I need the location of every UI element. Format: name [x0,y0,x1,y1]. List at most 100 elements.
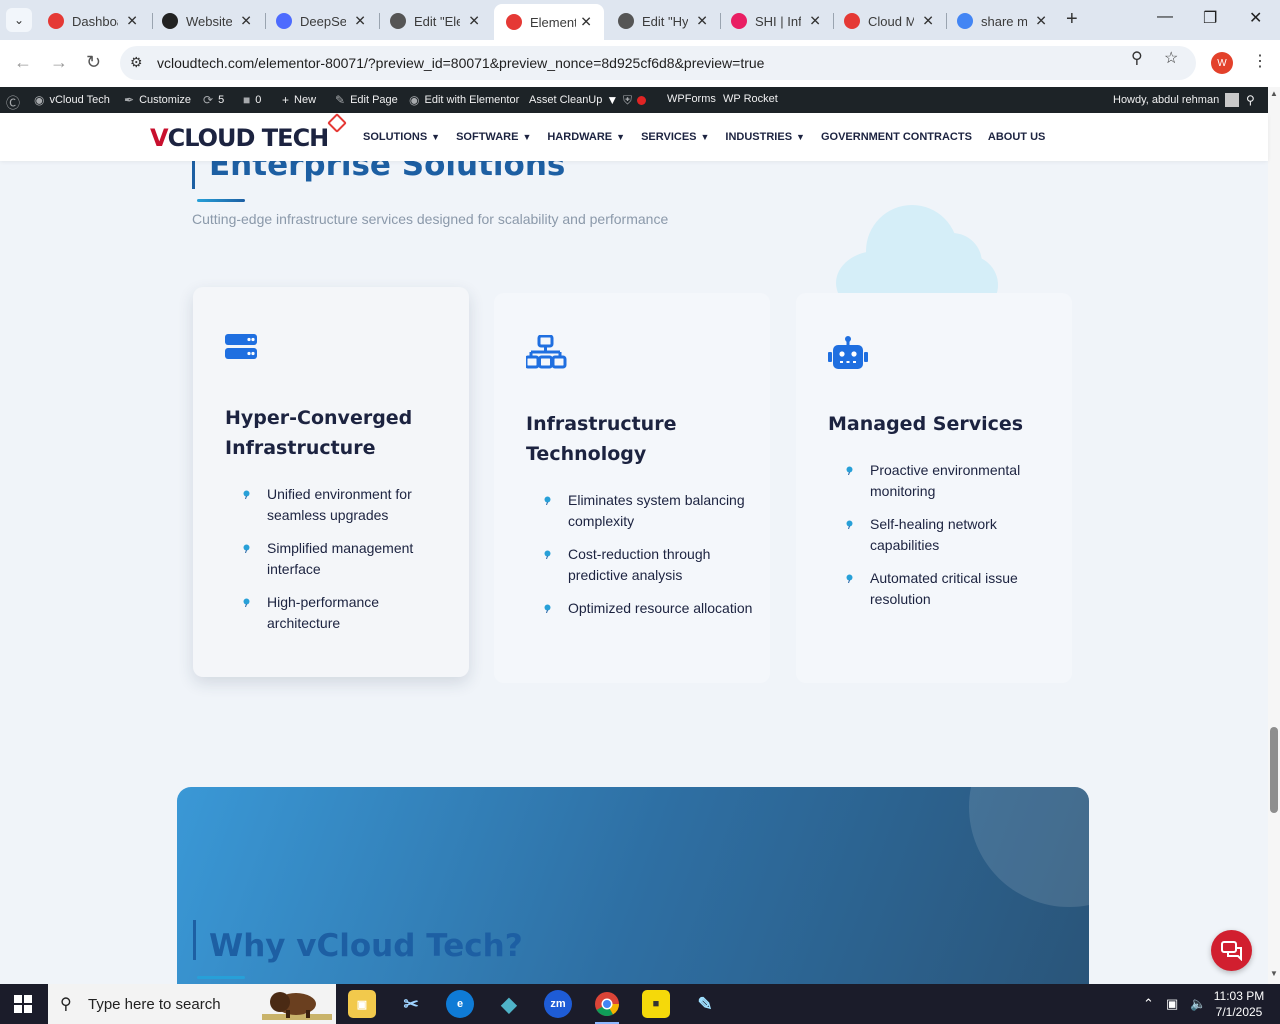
close-icon[interactable]: ✕ [922,13,934,30]
caret-down-icon: ▼ [616,132,626,142]
menu-item-government-contracts[interactable]: GOVERNMENT CONTRACTS [821,131,972,143]
tray-overflow-button[interactable]: ⌃ [1143,996,1154,1012]
tab-share[interactable]: share m ✕ [945,6,1059,36]
back-button[interactable]: ← [14,52,32,73]
menu-item-software[interactable]: SOFTWARE ▼ [456,131,531,143]
close-window-button[interactable]: ✕ [1249,8,1262,28]
reload-button[interactable]: ↻ [86,52,101,73]
tab-elementor-active[interactable]: Elementor ✕ [494,4,604,40]
speaker-icon: 🔈 [1190,996,1207,1011]
menu-item-services[interactable]: SERVICES ▼ [641,131,709,143]
chrome-app[interactable] [593,990,621,1024]
page-content: Enterprise Solutions Cutting-edge infras… [0,113,1268,984]
site-logo[interactable]: VCLOUD TECH [150,113,348,152]
wp-admin-bar: Ⓒ ◉ vCloud Tech ✒ Customize ⟳ 5 ■ 0 + New ✎ Ed… [0,87,1268,113]
wp-wprocket[interactable]: WP Rocket [723,93,778,105]
folder-icon: ▣ [356,998,368,1011]
edge-app[interactable]: e [446,990,474,1018]
close-icon[interactable]: ✕ [580,14,592,31]
wordpress-icon: Ⓒ [6,95,20,111]
tab-dashboard[interactable]: Dashboard ✕ [36,6,150,36]
wp-security-status[interactable]: ⛨ [623,93,647,108]
wp-updates[interactable]: ⟳ 5 [203,93,224,107]
new-tab-button[interactable]: + [1066,8,1078,31]
address-bar[interactable]: ⚙ vcloudtech.com/elementor-80071/?previe… [120,46,1196,80]
card-title: Managed Services [828,413,1024,435]
close-icon[interactable]: ✕ [1035,13,1047,30]
server-icon [225,334,257,359]
wp-wpforms[interactable]: WPForms [667,93,716,105]
wp-customize[interactable]: ✒ Customize [124,93,191,107]
snipping-app[interactable]: ✂ [397,990,425,1018]
menu-item-industries[interactable]: INDUSTRIES ▼ [725,131,805,143]
app-diamond[interactable]: ◆ [495,990,523,1018]
chat-button[interactable] [1211,930,1252,971]
tab-website[interactable]: Website ✕ [150,6,264,36]
taskbar-search[interactable]: ⚲ Type here to search [48,984,336,1024]
sticky-notes-app[interactable]: ■ [642,990,670,1018]
brush-icon: ✒ [124,93,135,107]
kebab-icon: ⋮ [1252,53,1268,70]
start-button[interactable] [14,995,32,1013]
caret-down-icon: ▼ [522,132,532,142]
tab-deepseek[interactable]: DeepSeek ✕ [264,6,378,36]
wp-edit-page[interactable]: ✎ Edit Page [335,93,398,107]
restore-button[interactable]: ❐ [1203,8,1217,28]
list-item: Self-healing network capabilities [846,514,1056,555]
wp-asset-cleanup[interactable]: Asset CleanUp ▼ [529,93,623,107]
scroll-up-icon[interactable]: ▲ [1270,89,1278,98]
menu-item-about-us[interactable]: ABOUT US [988,131,1045,143]
close-icon[interactable]: ✕ [809,13,821,30]
profile-avatar[interactable]: W [1211,52,1233,74]
scroll-thumb[interactable] [1270,727,1278,813]
tab-shi[interactable]: SHI | Inf ✕ [719,6,833,36]
page-scrollbar[interactable]: ▲ ▼ [1268,87,1280,984]
close-icon[interactable]: ✕ [696,13,708,30]
wp-edit-elementor[interactable]: ◉ Edit with Elementor [409,93,519,107]
filter-icon: ▼ [606,93,619,107]
chrome-menu-button[interactable]: ⋮ [1252,51,1268,71]
forward-button[interactable]: → [50,52,68,73]
minimize-button[interactable]: — [1157,8,1173,26]
taskbar-clock[interactable]: 11:03 PM 7/1/2025 [1210,988,1268,1020]
solution-card-managed-services: Managed Services Proactive environmental… [796,293,1072,683]
close-icon[interactable]: ✕ [126,13,138,30]
caret-down-icon: ▼ [431,132,441,142]
globe-favicon-icon [390,13,406,29]
url-text[interactable]: vcloudtech.com/elementor-80071/?preview_… [157,55,764,71]
bullet-icon [544,496,551,505]
browser-tab-strip: ⌄ Dashboard ✕ Website ✕ DeepSeek ✕ Edit … [0,0,1280,40]
snipping-icon: ✂ [403,993,419,1014]
wp-new[interactable]: + New [282,93,316,107]
scroll-down-icon[interactable]: ▼ [1270,969,1278,978]
caret-down-icon: ▼ [700,132,710,142]
volume-tray-button[interactable]: 🔈 [1190,996,1206,1012]
notes-app[interactable]: ✎ [691,990,719,1018]
bookmark-button[interactable]: ☆ [1164,48,1178,68]
wp-site-name[interactable]: ◉ vCloud Tech [34,93,110,107]
tab-edit-ele[interactable]: Edit "Ele ✕ [378,6,492,36]
site-settings-icon[interactable]: ⚙ [130,54,143,71]
wp-logo-button[interactable]: Ⓒ [6,93,25,113]
bison-illustration-icon [262,992,332,1020]
dashboard-icon: ◉ [34,93,45,107]
network-tray-button[interactable]: ▣ [1166,996,1178,1012]
close-icon[interactable]: ✕ [240,13,252,30]
close-icon: ✕ [1249,10,1263,27]
wp-search-button[interactable]: ⚲ [1246,93,1260,107]
tab-search-button[interactable]: ⌄ [6,8,32,32]
menu-item-solutions[interactable]: SOLUTIONS ▼ [363,131,440,143]
close-icon[interactable]: ✕ [354,13,366,30]
zoom-button[interactable]: ⚲ [1131,48,1143,68]
menu-item-hardware[interactable]: HARDWARE ▼ [547,131,625,143]
tab-cloud[interactable]: Cloud M ✕ [832,6,946,36]
close-icon[interactable]: ✕ [468,13,480,30]
title-underline [197,199,245,202]
file-explorer-app[interactable]: ▣ [348,990,376,1018]
tab-edit-hy[interactable]: Edit "Hy ✕ [606,6,720,36]
minimize-icon: — [1157,8,1173,25]
zoom-app[interactable]: zm [544,990,572,1018]
sticky-note-icon: ■ [652,998,660,1010]
wp-comments[interactable]: ■ 0 [243,93,261,107]
wp-howdy-account[interactable]: Howdy, abdul rehman [1113,93,1240,107]
